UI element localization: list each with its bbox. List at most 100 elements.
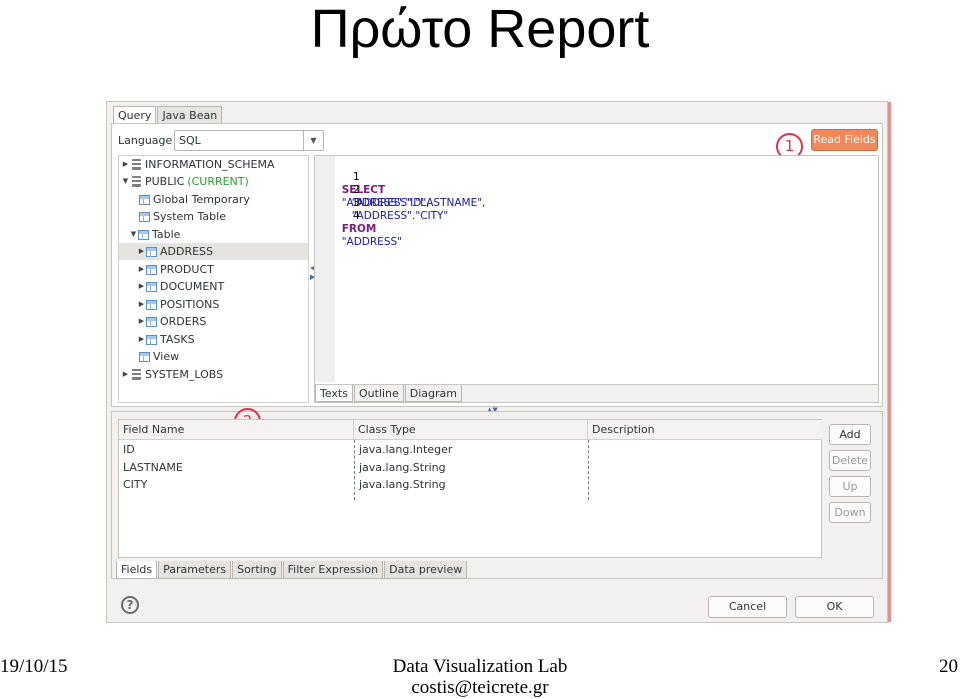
help-icon[interactable]: ? <box>121 596 139 614</box>
tab-filter-expression[interactable]: Filter Expression <box>282 561 384 579</box>
tree-item-label: Global Temporary <box>153 193 250 206</box>
table-icon <box>146 281 157 292</box>
collapse-icon[interactable]: ▼ <box>121 173 130 190</box>
add-button[interactable]: Add <box>829 424 871 445</box>
expand-icon[interactable]: ▶ <box>137 331 146 348</box>
sql-editor[interactable]: 1 SELECT "ADDRESS"."ID", 2 "ADDRESS"."LA… <box>314 155 879 403</box>
tree-item-positions[interactable]: ▶ POSITIONS <box>137 296 220 313</box>
expand-icon[interactable]: ▶ <box>137 313 146 330</box>
tree-item-label: ORDERS <box>160 315 207 328</box>
database-icon <box>132 369 141 380</box>
table-icon <box>146 299 157 310</box>
tree-item-label: View <box>153 350 180 363</box>
expand-icon[interactable]: ▶ <box>121 366 130 383</box>
tree-item-global-temporary[interactable]: Global Temporary <box>139 191 250 208</box>
tree-item-system-lobs[interactable]: ▶ SYSTEM_LOBS <box>121 366 223 383</box>
code-line: 2 "ADDRESS"."LASTNAME", <box>315 171 486 209</box>
table-icon <box>138 229 149 240</box>
tab-parameters[interactable]: Parameters <box>158 561 232 579</box>
tree-item-tasks[interactable]: ▶ TASKS <box>137 331 195 348</box>
tree-item-label: TASKS <box>160 333 195 346</box>
tree-item-system-table[interactable]: System Table <box>139 208 226 225</box>
tree-item-label: System Table <box>153 210 226 223</box>
code-line: 1 SELECT "ADDRESS"."ID", <box>315 158 430 209</box>
tree-item-document[interactable]: ▶ DOCUMENT <box>137 278 224 295</box>
editor-tabs: Texts Outline Diagram <box>315 384 878 402</box>
table-icon <box>146 246 157 257</box>
database-icon <box>132 159 141 170</box>
tree-item-label: DOCUMENT <box>160 280 225 293</box>
sql-text: "ADDRESS" <box>341 236 402 248</box>
tree-item-label: INFORMATION_SCHEMA <box>145 158 275 171</box>
query-panel: Language SQL ▼ 1 Read Fields ▶ INFORMATI… <box>111 123 883 407</box>
tree-item-product[interactable]: ▶ PRODUCT <box>137 261 214 278</box>
table-icon <box>146 316 157 327</box>
tab-outline[interactable]: Outline <box>353 385 404 402</box>
table-icon <box>146 334 157 345</box>
cell-class-type[interactable]: java.lang.String <box>355 476 446 493</box>
tree-item-table[interactable]: ▼ Table <box>129 226 181 243</box>
fields-table: Field Name Class Type Description ID jav… <box>118 419 822 558</box>
tree-item-label: Table <box>152 228 181 241</box>
language-value: SQL <box>179 134 201 147</box>
tab-diagram[interactable]: Diagram <box>404 385 463 402</box>
database-icon <box>132 176 141 187</box>
tree-item-information-schema[interactable]: ▶ INFORMATION_SCHEMA <box>121 156 275 173</box>
cell-field-name[interactable]: ID <box>119 441 135 458</box>
read-fields-button[interactable]: Read Fields <box>811 129 878 151</box>
expand-icon[interactable]: ▶ <box>137 278 146 295</box>
cell-class-type[interactable]: java.lang.String <box>355 459 446 476</box>
cell-class-type[interactable]: java.lang.Integer <box>355 441 452 458</box>
tab-sorting[interactable]: Sorting <box>232 561 282 579</box>
expand-icon[interactable]: ▶ <box>137 243 146 260</box>
fields-panel: 2 Field Name Class Type Description ID j… <box>111 408 883 579</box>
table-icon <box>146 264 157 275</box>
code-line: 4 FROM "ADDRESS" <box>315 197 402 248</box>
tree-item-public[interactable]: ▼ PUBLIC (CURRENT) <box>121 173 249 190</box>
code-line: 3 "ADDRESS"."CITY" <box>315 184 449 222</box>
sql-text: "ADDRESS"."CITY" <box>351 210 449 222</box>
table-icon <box>139 194 150 205</box>
footer-center: Data Visualization Lab <box>392 656 568 677</box>
tree-item-view[interactable]: View <box>139 348 179 365</box>
tree-item-address[interactable]: ▶ ADDRESS <box>119 243 308 260</box>
expand-icon[interactable]: ▶ <box>137 296 146 313</box>
delete-button[interactable]: Delete <box>829 450 871 471</box>
tab-java-bean[interactable]: Java Bean <box>157 106 223 124</box>
column-header-class-type[interactable]: Class Type <box>354 420 588 440</box>
up-button[interactable]: Up <box>829 476 871 497</box>
tab-fields[interactable]: Fields <box>116 561 158 579</box>
query-tabs: Query Java Bean <box>113 106 223 124</box>
footer-date: 19/10/15 <box>0 656 68 677</box>
dataset-dialog: Query Java Bean Language SQL ▼ 1 Read Fi… <box>106 101 891 623</box>
table-icon <box>139 211 150 222</box>
dialog-edge <box>888 102 891 622</box>
tab-query[interactable]: Query <box>113 106 157 124</box>
ok-button[interactable]: OK <box>795 596 874 618</box>
table-icon <box>139 351 150 362</box>
collapse-icon[interactable]: ▼ <box>129 226 138 243</box>
cancel-button[interactable]: Cancel <box>708 596 787 618</box>
page-number: 20 <box>939 656 958 677</box>
fields-tabs: Fields Parameters Sorting Filter Express… <box>116 561 468 579</box>
current-schema-tag: (CURRENT) <box>187 175 249 188</box>
tree-item-label: PUBLIC <box>145 175 185 188</box>
language-select[interactable]: SQL ▼ <box>174 130 324 151</box>
cell-field-name[interactable]: CITY <box>119 476 147 493</box>
tree-item-label: ADDRESS <box>160 245 214 258</box>
expand-icon[interactable]: ▶ <box>137 261 146 278</box>
tree-item-label: POSITIONS <box>160 298 220 311</box>
column-header-description[interactable]: Description <box>588 420 822 440</box>
tab-data-preview[interactable]: Data preview <box>384 561 468 579</box>
down-button[interactable]: Down <box>829 502 871 523</box>
tab-texts[interactable]: Texts <box>315 385 353 402</box>
tree-item-label: SYSTEM_LOBS <box>145 368 224 381</box>
expand-icon[interactable]: ▶ <box>121 156 130 173</box>
column-header-field-name[interactable]: Field Name <box>119 420 354 440</box>
chevron-down-icon[interactable]: ▼ <box>303 131 323 150</box>
language-label: Language <box>118 134 173 147</box>
tree-item-label: PRODUCT <box>160 263 214 276</box>
tree-item-orders[interactable]: ▶ ORDERS <box>137 313 207 330</box>
slide-title: Πρώτο Report <box>310 0 650 59</box>
cell-field-name[interactable]: LASTNAME <box>119 459 183 476</box>
